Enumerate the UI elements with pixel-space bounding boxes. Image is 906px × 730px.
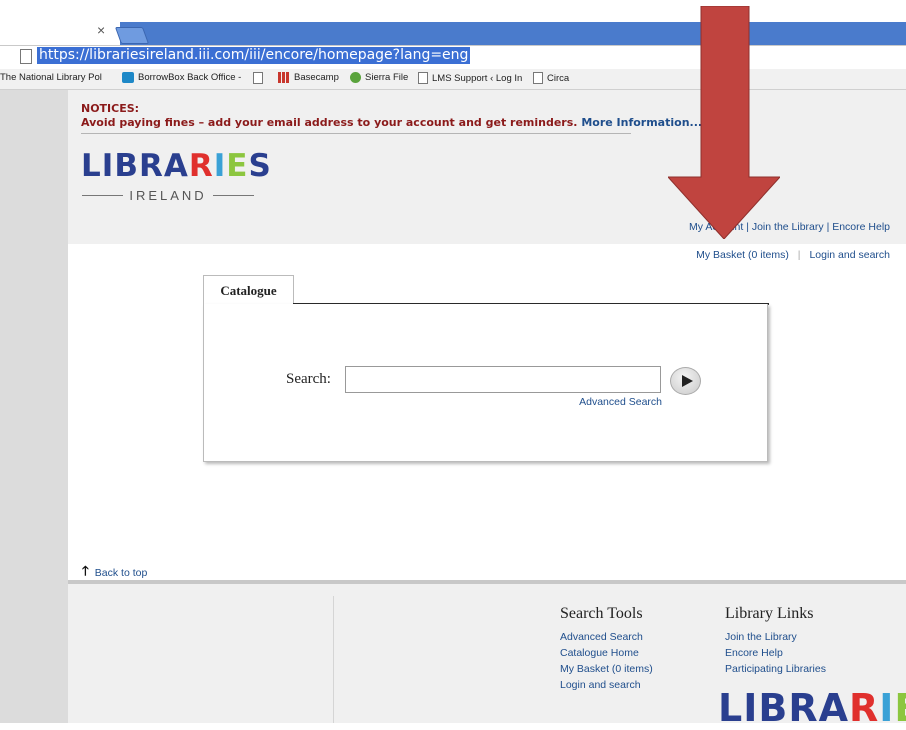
footer-logo-letter: I [743, 686, 759, 730]
separator: | [826, 221, 830, 233]
bookmark-label: Circa [547, 72, 570, 84]
footer-library-links: Library Links Join the Library Encore He… [725, 605, 826, 677]
sierra-icon [350, 72, 361, 83]
search-input[interactable] [345, 366, 661, 393]
footer-logo-letter: I [879, 686, 895, 730]
logo-letter: I [213, 148, 227, 184]
basket-links: My Basket (0 items) | Login and search [696, 249, 890, 261]
play-arrow-icon [682, 375, 693, 387]
notice-divider [81, 133, 631, 134]
tab-bar-background [120, 22, 906, 45]
tab-catalogue[interactable]: Catalogue [203, 275, 294, 305]
footer-search-tools: Search Tools Advanced Search Catalogue H… [560, 605, 653, 693]
logo-letter: R [188, 148, 214, 184]
footer-logo-letter: L [718, 686, 744, 730]
footer-catalogue-home-link[interactable]: Catalogue Home [560, 645, 653, 661]
footer-join-library-link[interactable]: Join the Library [725, 629, 826, 645]
bookmark-label: BorrowBox Back Office - [138, 72, 242, 83]
logo-letter: S [248, 148, 272, 184]
logo-letter: E [226, 148, 249, 184]
encore-help-link[interactable]: Encore Help [832, 221, 890, 233]
bookmark-label: Sierra File [365, 72, 409, 83]
footer-logo: LIBRARIE [718, 688, 906, 728]
login-and-search-link[interactable]: Login and search [809, 249, 890, 261]
borrowbox-icon [122, 72, 134, 83]
footer-login-search-link[interactable]: Login and search [560, 677, 653, 693]
back-to-top-label: Back to top [94, 567, 148, 579]
notice-title: NOTICES: [81, 102, 140, 115]
footer-encore-help-link[interactable]: Encore Help [725, 645, 826, 661]
bookmark-circa[interactable]: Circa [533, 72, 569, 84]
logo-letter: A [163, 148, 189, 184]
footer-logo-letter: E [894, 686, 906, 730]
bookmark-national-library[interactable]: The National Library Pol [0, 72, 102, 83]
basecamp-icon [278, 72, 290, 83]
footer-logo-letter: R [788, 686, 819, 730]
logo-letter: B [114, 148, 139, 184]
logo-letter: I [101, 148, 115, 184]
url-text[interactable]: https://librariesireland.iii.com/iii/enc… [37, 47, 471, 64]
footer-participating-libraries-link[interactable]: Participating Libraries [725, 661, 826, 677]
bookmark-basecamp[interactable]: Basecamp [278, 72, 339, 83]
annotation-arrow-icon [668, 6, 780, 239]
notice-text: Avoid paying fines – add your email addr… [81, 116, 578, 129]
bookmark-label: Basecamp [294, 72, 339, 83]
bookmark-label: LMS Support ‹ Log In [432, 72, 523, 84]
footer-divider [333, 596, 334, 723]
footer-logo-letter: A [818, 686, 850, 730]
page-icon [533, 72, 543, 84]
page-icon [20, 49, 32, 64]
logo-subtitle: IRELAND [82, 188, 255, 203]
bookmark-lms-support[interactable]: LMS Support ‹ Log In [418, 72, 522, 84]
footer-logo-letter: R [849, 686, 880, 730]
bookmark-blank[interactable] [253, 72, 263, 84]
advanced-search-link[interactable]: Advanced Search [579, 396, 662, 408]
footer-my-basket-link[interactable]: My Basket (0 items) [560, 661, 653, 677]
bookmark-label: The National Library Pol [0, 72, 102, 83]
new-tab-button[interactable] [114, 27, 150, 44]
libraries-ireland-logo[interactable]: LIBRARIES [81, 149, 272, 183]
logo-sub-text: IRELAND [129, 188, 207, 203]
page-icon [418, 72, 428, 84]
search-label: Search: [286, 371, 331, 387]
footer-advanced-search-link[interactable]: Advanced Search [560, 629, 653, 645]
search-tools-title: Search Tools [560, 605, 643, 622]
left-gutter [0, 90, 68, 723]
logo-letter: R [138, 148, 164, 184]
separator: | [797, 249, 801, 261]
tab-close-icon[interactable]: × [97, 22, 105, 38]
my-basket-link[interactable]: My Basket (0 items) [696, 249, 789, 261]
library-links-title: Library Links [725, 605, 814, 622]
logo-rule-right [212, 195, 255, 196]
notice-message: Avoid paying fines – add your email addr… [81, 116, 702, 129]
bookmark-borrowbox[interactable]: BorrowBox Back Office - [122, 72, 241, 83]
logo-rule-left [82, 195, 124, 196]
search-go-button[interactable] [670, 367, 701, 395]
bookmark-sierra[interactable]: Sierra File [350, 72, 408, 83]
page-icon [253, 72, 263, 84]
footer-logo-letter: B [758, 686, 789, 730]
logo-letter: L [81, 148, 102, 184]
